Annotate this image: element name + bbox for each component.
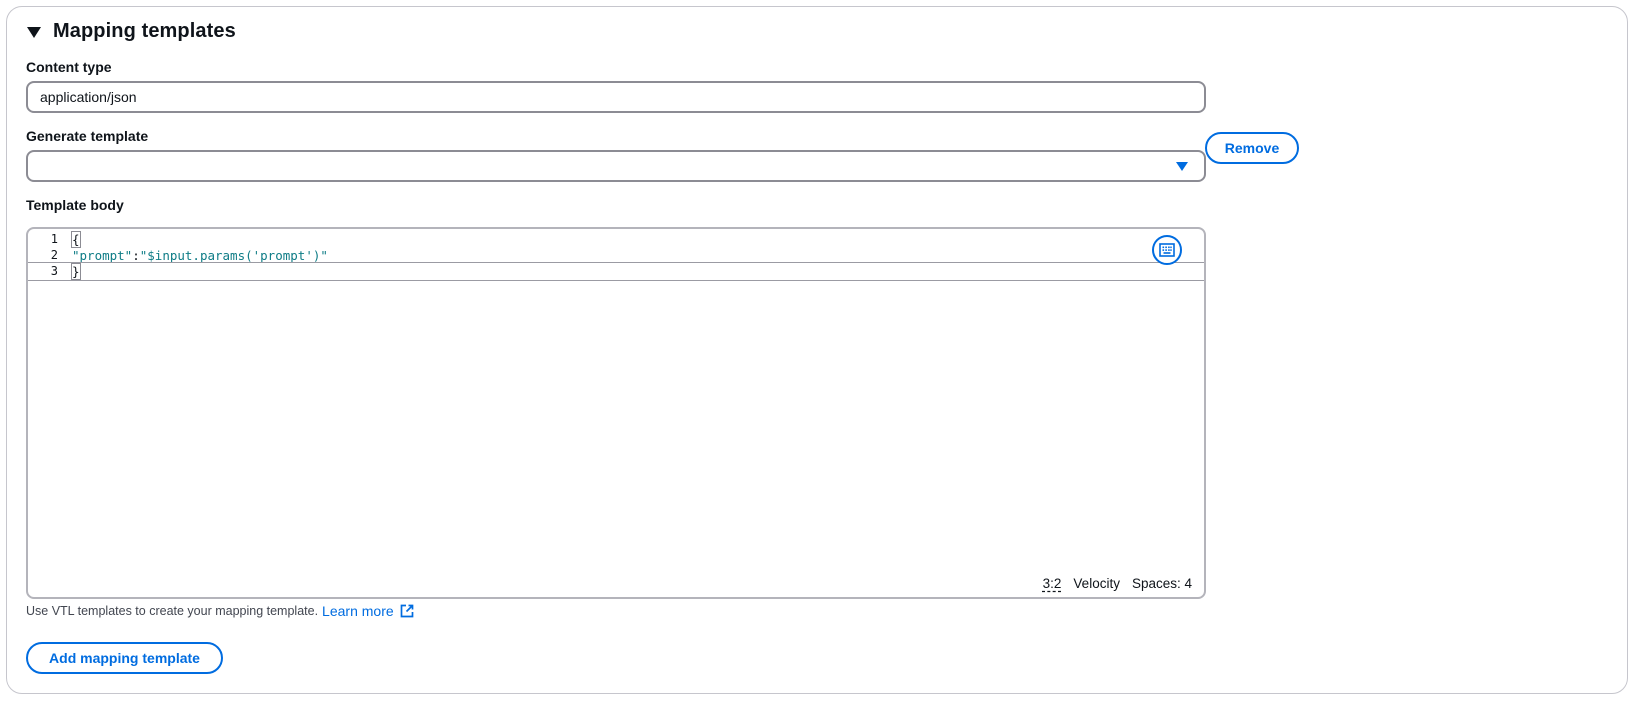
editor-language: Velocity — [1073, 576, 1120, 591]
editor-spaces: Spaces: 4 — [1131, 576, 1192, 591]
select-caret-icon — [1176, 161, 1188, 171]
line-number: 3 — [50, 264, 58, 278]
add-mapping-template-button[interactable]: Add mapping template — [26, 642, 223, 674]
code-line-active: 3 } — [28, 262, 1204, 281]
code-text: } — [71, 263, 81, 280]
learn-more-link[interactable]: Learn more — [322, 603, 414, 619]
caret-down-icon — [27, 27, 41, 38]
line-number: 1 — [50, 232, 58, 246]
template-body-label: Template body — [26, 197, 124, 213]
external-link-icon — [400, 604, 413, 618]
json-colon: : — [132, 248, 140, 263]
keyboard-icon — [1159, 243, 1175, 257]
close-brace: } — [71, 263, 81, 280]
json-key: "prompt" — [72, 248, 133, 263]
code-text: { — [71, 231, 81, 248]
content-type-input[interactable] — [26, 81, 1206, 113]
keyboard-settings-button[interactable] — [1152, 235, 1182, 265]
generate-template-label: Generate template — [26, 128, 149, 144]
mapping-templates-header[interactable]: Mapping templates — [27, 20, 236, 43]
code-line: 1 { — [28, 231, 1204, 248]
section-title: Mapping templates — [53, 20, 236, 42]
template-body-editor[interactable]: 1 { 2 "prompt":"$input.params('prompt')"… — [26, 227, 1206, 599]
help-text-row: Use VTL templates to create your mapping… — [26, 603, 414, 619]
generate-template-select[interactable] — [26, 150, 1206, 182]
help-text: Use VTL templates to create your mapping… — [26, 604, 319, 618]
cursor-position[interactable]: 3:2 — [1043, 576, 1062, 591]
editor-status-bar: 3:2 Velocity Spaces: 4 — [1043, 576, 1192, 591]
content-type-label: Content type — [26, 59, 112, 75]
open-brace: { — [71, 231, 81, 248]
remove-button[interactable]: Remove — [1205, 132, 1299, 164]
json-value: "$input.params('prompt')" — [139, 248, 328, 263]
learn-more-label: Learn more — [322, 603, 394, 619]
